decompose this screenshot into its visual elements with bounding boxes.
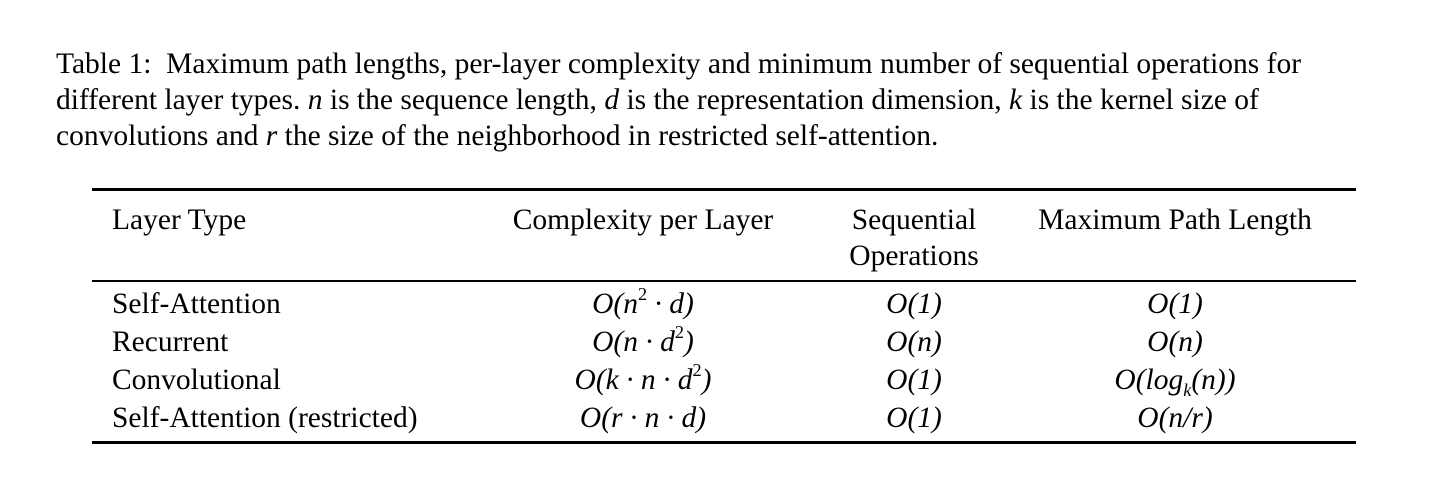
cell-sequential: O(1) <box>886 402 942 434</box>
cell-layer: Recurrent <box>112 326 229 358</box>
cell-layer: Convolutional <box>112 364 281 396</box>
cell-complexity: O(n2 · d) <box>592 284 694 320</box>
caption-var-k: k <box>1009 84 1023 116</box>
caption-text-2: is the sequence length, <box>329 84 597 116</box>
header-sequential: Sequential Operations <box>834 190 994 282</box>
header-complexity: Complexity per Layer <box>512 204 774 236</box>
cell-layer: Self-Attention (restricted) <box>112 402 418 434</box>
table-row: Convolutional O(k · n · d2) O(1) O(logk(… <box>92 361 1356 399</box>
complexity-table: Layer Type Complexity per Layer Sequenti… <box>92 188 1356 444</box>
cell-complexity: O(r · n · d) <box>579 402 707 434</box>
caption-var-d: d <box>604 84 620 116</box>
header-max-path: Maximum Path Length <box>1038 204 1312 236</box>
cell-max-path: O(n/r) <box>1137 402 1213 434</box>
table-caption: Table 1: Maximum path lengths, per-layer… <box>56 46 1402 154</box>
table-row: Self-Attention (restricted) O(r · n · d)… <box>92 399 1356 443</box>
complexity-table-container: Layer Type Complexity per Layer Sequenti… <box>92 188 1356 444</box>
cell-complexity: O(k · n · d2) <box>574 360 712 396</box>
caption-var-r: r <box>265 120 278 152</box>
caption-text-5: the size of the neighborhood in restrict… <box>284 120 939 152</box>
cell-max-path: O(logk(n)) <box>1114 364 1236 400</box>
caption-var-n: n <box>307 84 323 116</box>
header-layer-type: Layer Type <box>112 204 247 236</box>
table-header-row: Layer Type Complexity per Layer Sequenti… <box>92 189 1356 282</box>
cell-max-path: O(1) <box>1147 288 1203 320</box>
cell-sequential: O(1) <box>886 288 942 320</box>
cell-sequential: O(n) <box>886 326 942 358</box>
header-sequential-line1: Sequential <box>851 204 977 236</box>
table-row: Recurrent O(n · d2) O(n) O(n) <box>92 323 1356 361</box>
cell-layer: Self-Attention <box>112 288 281 320</box>
cell-sequential: O(1) <box>886 364 942 396</box>
caption-text-3: is the representation dimension, <box>626 84 1002 116</box>
cell-max-path: O(n) <box>1147 326 1203 358</box>
header-sequential-line2: Operations <box>849 240 979 272</box>
table-row: Self-Attention O(n2 · d) O(1) O(1) <box>92 281 1356 323</box>
caption-label: Table 1: <box>56 48 152 80</box>
cell-complexity: O(n · d2) <box>592 322 694 358</box>
